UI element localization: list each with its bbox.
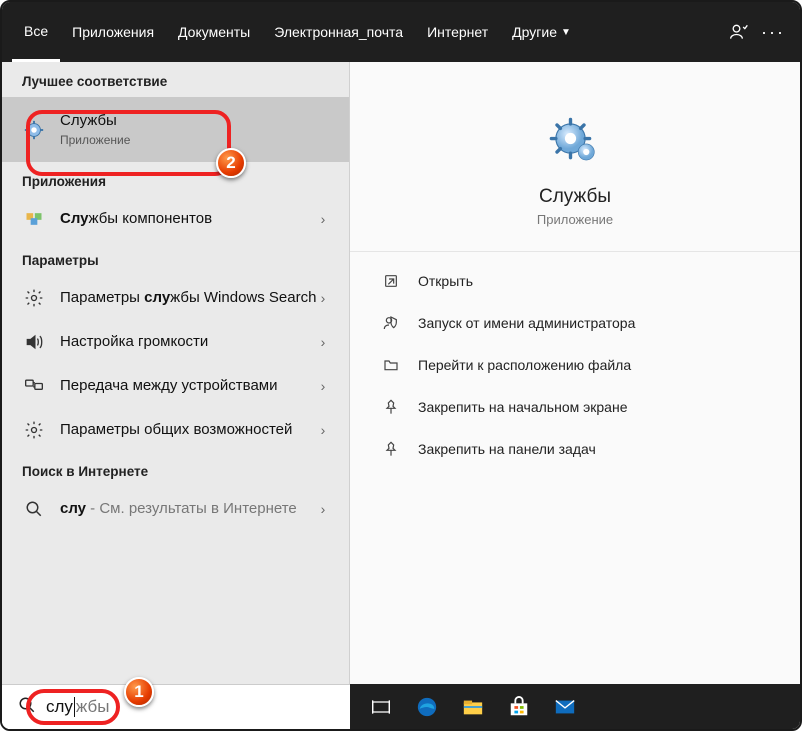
taskbar-mail[interactable] (542, 684, 588, 729)
action-pin-start[interactable]: Закрепить на начальном экране (350, 386, 800, 428)
header-web: Поиск в Интернете (2, 452, 349, 487)
admin-icon (380, 312, 402, 334)
tab-more[interactable]: Другие ▼ (500, 2, 583, 62)
chevron-right-icon: › (317, 211, 329, 227)
header-settings: Параметры (2, 241, 349, 276)
taskbar-edge[interactable] (404, 684, 450, 729)
devices-icon (22, 374, 46, 398)
action-list: Открыть Запуск от имени администратора П… (350, 252, 800, 478)
taskbar-task-view[interactable] (358, 684, 404, 729)
folder-icon (380, 354, 402, 376)
gear-icon (22, 418, 46, 442)
setting-label: Передача между устройствами (60, 377, 277, 394)
chevron-down-icon: ▼ (561, 27, 571, 38)
best-match-subtitle: Приложение (60, 133, 329, 149)
chevron-right-icon: › (317, 334, 329, 350)
services-icon (22, 118, 46, 142)
pin-icon (380, 396, 402, 418)
action-open[interactable]: Открыть (350, 260, 800, 302)
search-box[interactable]: службы (2, 684, 350, 729)
action-run-as-admin[interactable]: Запуск от имени администратора (350, 302, 800, 344)
tab-all[interactable]: Все (12, 2, 60, 62)
chevron-right-icon: › (317, 290, 329, 306)
action-pin-taskbar[interactable]: Закрепить на панели задач (350, 428, 800, 470)
taskbar-explorer[interactable] (450, 684, 496, 729)
search-icon (22, 497, 46, 521)
annotation-marker-2: 2 (216, 148, 246, 178)
tab-internet[interactable]: Интернет (415, 2, 500, 62)
action-label: Открыть (418, 273, 473, 289)
gear-icon (22, 286, 46, 310)
app-result-component-services[interactable]: Службы компонентов › (2, 197, 349, 241)
web-search-result[interactable]: слу - См. результаты в Интернете › (2, 487, 349, 531)
feedback-icon[interactable] (722, 15, 756, 49)
header-best-match: Лучшее соответствие (2, 62, 349, 97)
tab-apps[interactable]: Приложения (60, 2, 166, 62)
setting-label: Параметры службы Windows Search (60, 289, 316, 306)
preview-subtitle: Приложение (537, 212, 613, 227)
action-open-location[interactable]: Перейти к расположению файла (350, 344, 800, 386)
taskbar-store[interactable] (496, 684, 542, 729)
tab-more-label: Другие (512, 24, 557, 40)
header-apps: Приложения (2, 162, 349, 197)
setting-shared-experiences[interactable]: Передача между устройствами › (2, 364, 349, 408)
services-large-icon (548, 116, 602, 170)
action-label: Запуск от имени администратора (418, 315, 635, 331)
tab-email[interactable]: Электронная_почта (262, 2, 415, 62)
pin-icon (380, 438, 402, 460)
setting-label: Настройка громкости (60, 333, 208, 350)
taskbar: службы (2, 684, 800, 729)
best-match-result[interactable]: Службы Приложение (2, 97, 349, 162)
best-match-title: Службы (60, 111, 329, 131)
annotation-marker-1: 1 (124, 677, 154, 707)
more-options-icon[interactable]: ··· (756, 15, 790, 49)
setting-volume[interactable]: Настройка громкости › (2, 320, 349, 364)
chevron-right-icon: › (317, 501, 329, 517)
action-label: Закрепить на панели задач (418, 441, 596, 457)
preview-panel: Службы Приложение Открыть Запуск от имен… (350, 62, 800, 684)
app-result-label: Службы компонентов (60, 210, 212, 227)
results-panel: Лучшее соответствие Службы Приложение Пр… (2, 62, 350, 684)
open-icon (380, 270, 402, 292)
preview-title: Службы (539, 186, 611, 208)
action-label: Перейти к расположению файла (418, 357, 631, 373)
setting-ease-of-access[interactable]: Параметры общих возможностей › (2, 408, 349, 452)
action-label: Закрепить на начальном экране (418, 399, 628, 415)
web-result-label: слу - См. результаты в Интернете (60, 500, 297, 517)
setting-windows-search[interactable]: Параметры службы Windows Search › (2, 276, 349, 320)
volume-icon (22, 330, 46, 354)
component-services-icon (22, 207, 46, 231)
setting-label: Параметры общих возможностей (60, 421, 292, 438)
chevron-right-icon: › (317, 422, 329, 438)
search-filter-tabs: Все Приложения Документы Электронная_поч… (2, 2, 800, 62)
tab-documents[interactable]: Документы (166, 2, 262, 62)
chevron-right-icon: › (317, 378, 329, 394)
